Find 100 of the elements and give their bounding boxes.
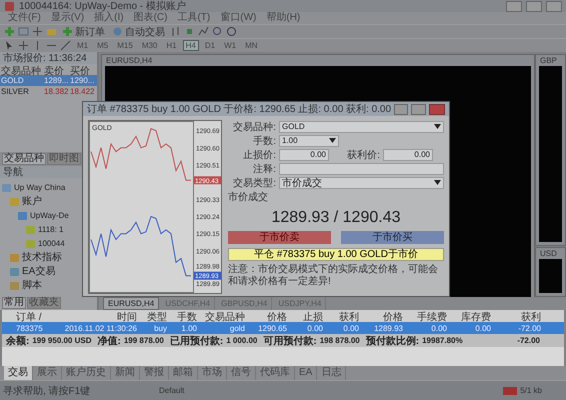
menu-item[interactable]: 图表(C) (134, 12, 168, 24)
timeframe-button[interactable]: M15 (114, 40, 136, 51)
maximize-button[interactable] (526, 0, 542, 12)
order-row[interactable]: 783375 2016.11.02 11:30:26 buy 1.00 gold 1290.65 0.00 0.00 1289.93 0.00 0.00 -72.00 (2, 322, 564, 334)
timeframe-button[interactable]: M5 (94, 40, 112, 51)
tree-item[interactable]: Up Way China (14, 182, 66, 192)
timeframe-button[interactable]: M30 (138, 40, 160, 51)
minimize-button[interactable] (394, 104, 408, 114)
timeframe-button[interactable]: MN (242, 40, 261, 51)
tree-item[interactable]: 100044 (38, 238, 65, 248)
buy-button[interactable]: 于市价买 (341, 231, 444, 244)
summary-value: 1 000.00 (226, 336, 258, 345)
timeframe-button[interactable]: M1 (74, 40, 92, 51)
timeframe-button[interactable]: D1 (202, 40, 218, 51)
summary-label: 净值: (98, 334, 121, 348)
total-profit: -72.00 (517, 336, 541, 345)
menu-item[interactable]: 工具(T) (177, 12, 210, 24)
column-header: 获利 (338, 310, 360, 324)
field-label: 注释: (252, 162, 276, 176)
tree-item[interactable]: EA交易 (22, 264, 56, 278)
tree-item[interactable]: UpWay-De (30, 210, 69, 220)
field-label: 获利价: (346, 148, 380, 162)
panel-tab[interactable]: 交易品种 (2, 153, 46, 165)
tree-item[interactable]: 技术指标 (22, 250, 62, 264)
warning-note: 注意：市价交易模式下的实际成交价格，可能会和请求价格有一定差异! (228, 264, 439, 288)
crosshair-icon[interactable] (18, 40, 29, 51)
column-header: 时间 (116, 310, 138, 324)
new-order-button[interactable]: 新订单 (60, 24, 107, 38)
plus-icon (62, 26, 73, 37)
tree-item[interactable]: 账户 (22, 194, 42, 208)
field-label: 交易品种: (232, 120, 276, 134)
panel-title: 市场报价: 11:36:24 (0, 52, 97, 64)
volume-dropdown[interactable]: 1.00 (279, 134, 339, 146)
tree-item[interactable]: 1118: 1 (38, 224, 64, 234)
order-type-dropdown[interactable]: 市价成交 (279, 176, 444, 188)
minimize-button[interactable] (506, 0, 522, 12)
panel-tab[interactable]: 收藏夹 (27, 297, 61, 309)
column-header: 订单 / (16, 310, 43, 324)
chart-tab[interactable]: EURUSD,H4 (103, 297, 160, 310)
menu-item[interactable]: 显示(V) (50, 12, 84, 24)
summary-value: 199 950.00 USD (32, 336, 92, 345)
column-header: 卖价 (44, 64, 65, 77)
trendline-icon[interactable] (60, 40, 71, 51)
close-button[interactable] (546, 0, 562, 12)
sell-button[interactable]: 于市价卖 (228, 231, 331, 244)
column-header: 获利 (520, 310, 542, 324)
take-profit-field[interactable]: 0.00 (383, 148, 433, 160)
symbol-dropdown[interactable]: GOLD (279, 120, 444, 132)
dialog-title: 订单 #783375 buy 1.00 GOLD 于价格: 1290.65 止损: 0.00 获利: 0.00 (87, 102, 392, 116)
maximize-button[interactable] (411, 104, 426, 114)
auto-trading-button[interactable]: 自动交易 (110, 24, 167, 38)
dropdown-caret-icon (434, 124, 441, 129)
dropdown-caret-icon (434, 180, 441, 185)
timeframe-button[interactable]: W1 (221, 40, 240, 51)
comment-field[interactable] (279, 162, 444, 174)
crosshair-icon[interactable] (32, 26, 43, 37)
summary-label: 可用预付款: (263, 334, 317, 348)
column-header: 价格 (266, 310, 288, 324)
app-icon (4, 0, 15, 12)
traffic-text: 5/1 kb (520, 386, 542, 395)
summary-label: 已用预付款: (170, 334, 224, 348)
column-header: 止损 (302, 310, 324, 324)
menu-item[interactable]: 文件(F) (8, 12, 41, 24)
profile-name: Default (158, 386, 186, 395)
column-header: 交易品种 (1, 64, 42, 77)
connection-icon (503, 386, 518, 394)
panel-tab[interactable]: 常用 (2, 297, 26, 309)
window-title: 100044164: UpWay-Demo - 模拟账户 (19, 0, 187, 12)
chart-title: GBP (540, 56, 557, 65)
window-icon[interactable] (18, 26, 29, 37)
column-header: 手续费 (416, 310, 448, 324)
column-header: 交易品种 (204, 310, 246, 324)
field-label: 交易类型: (232, 176, 276, 190)
chart-title: EURUSD,H4 (106, 56, 152, 65)
quote-row[interactable]: SILVER 18.382 18.422 (0, 86, 97, 97)
chart-canvas (539, 259, 562, 293)
status-text: 寻求帮助, 请按F1键 (2, 384, 92, 398)
close-order-button[interactable]: 平仓 #783375 buy 1.00 GOLD于市价 (228, 248, 444, 261)
summary-label: 余额: (6, 334, 30, 348)
summary-value: 199 878.00 (124, 336, 164, 345)
close-button[interactable] (428, 104, 445, 114)
price-quote: 1289.93 / 1290.43 (270, 208, 402, 227)
field-label: 止损价: (242, 148, 276, 162)
panel-tab[interactable]: 即时图 (47, 153, 81, 165)
column-header: 库存费 (460, 310, 492, 324)
terminal-tab[interactable]: 交易 (4, 366, 33, 380)
line-chart-icon[interactable] (198, 26, 209, 37)
execution-mode: 市价成交 (228, 190, 269, 204)
timeframe-button[interactable]: H4 (182, 40, 199, 51)
quote-row[interactable]: GOLD 1289... 1290... (0, 75, 97, 86)
tree-item[interactable]: 脚本 (22, 278, 42, 292)
stop-loss-field[interactable]: 0.00 (279, 148, 329, 160)
column-header: 手数 (176, 310, 198, 324)
menu-item[interactable]: 窗口(W) (220, 12, 256, 24)
timeframe-button[interactable]: H1 (163, 40, 180, 51)
summary-value: 198 878.00 (320, 336, 360, 345)
menu-item[interactable]: 插入(I) (94, 12, 124, 24)
summary-value: 19987.80% (422, 336, 463, 345)
menu-item[interactable]: 帮助(H) (266, 12, 300, 24)
column-header: 买价 (70, 65, 91, 77)
